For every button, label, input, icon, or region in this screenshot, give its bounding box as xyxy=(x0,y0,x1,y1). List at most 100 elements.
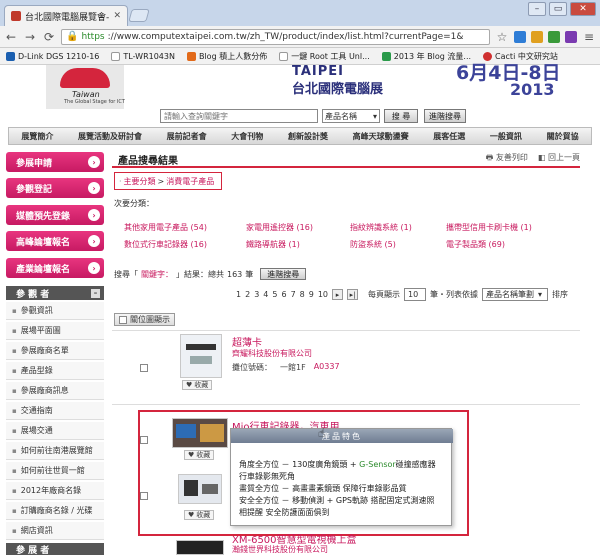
sidebar-item[interactable]: ▪ 2012年廠商名錄 xyxy=(6,482,104,500)
sidebar-item[interactable]: ▪ 參展廠商名單 xyxy=(6,342,104,360)
bookmark-item[interactable]: D-Link DGS 1210-16 xyxy=(6,51,99,61)
menu-item[interactable]: 展客任選 xyxy=(433,131,465,142)
summit-signup-button[interactable]: 高峰論壇報名 › xyxy=(6,231,104,251)
category-link[interactable]: 指紋辨識系統 (1) xyxy=(350,222,412,233)
menu-item[interactable]: 大會刊物 xyxy=(231,131,263,142)
advanced-search-button-2[interactable]: 進階搜尋 xyxy=(260,268,307,280)
bookmark-item[interactable]: Blog 積上人數分佈 xyxy=(186,51,267,62)
menu-item[interactable]: 一般資訊 xyxy=(490,131,522,142)
booth-code[interactable]: A0337 xyxy=(314,362,340,373)
exhibitor-section-header[interactable]: 參 展 者 xyxy=(6,543,104,556)
advanced-search-button[interactable]: 進階搜尋 xyxy=(424,109,466,123)
address-bar[interactable]: 🔒 https://www.computextaipei.com.tw/zh_T… xyxy=(61,28,490,45)
menu-item[interactable]: 高峰天球動盪賽 xyxy=(353,131,409,142)
company-name[interactable]: 齊耀科技股份有限公司 xyxy=(232,348,312,359)
visitor-section-header[interactable]: 參 觀 者 – xyxy=(6,286,104,300)
page-link[interactable]: 7 xyxy=(291,290,296,299)
page-link[interactable]: 2 xyxy=(245,290,250,299)
menu-icon[interactable]: ≡ xyxy=(582,30,596,44)
sidebar-item[interactable]: ▪ 交通指南 xyxy=(6,402,104,420)
breadcrumb: · 主要分類 > 消費電子產品 xyxy=(114,172,222,190)
category-link[interactable]: 數位式行車記錄器 (16) xyxy=(124,239,207,250)
bullet-icon: ▪ xyxy=(12,526,17,535)
page-link-active[interactable]: 1 xyxy=(236,290,241,299)
category-link[interactable]: 家電用遙控器 (16) xyxy=(246,222,313,233)
exhibit-apply-button[interactable]: 參展申請 › xyxy=(6,152,104,172)
category-link[interactable]: 電子製品類 (69) xyxy=(446,239,505,250)
popup-title: 產品特色 xyxy=(231,429,453,443)
bullet-icon: ▪ xyxy=(12,306,17,315)
sidebar-item[interactable]: ▪ 網店資訊 xyxy=(6,522,104,540)
sidebar-item[interactable]: ▪ 如何前往南港展覽館 xyxy=(6,442,104,460)
company-name[interactable]: 瀚錢世界科技股份有限公司 xyxy=(232,544,328,555)
minimize-icon[interactable]: – xyxy=(528,2,546,16)
extension-icon[interactable] xyxy=(548,30,560,43)
category-link[interactable]: 防盜系統 (5) xyxy=(350,239,396,250)
page-link[interactable]: 10 xyxy=(318,290,328,299)
maximize-icon[interactable]: ▭ xyxy=(549,2,567,16)
search-type-select[interactable]: 產品名稱 ▾ xyxy=(322,109,380,123)
menu-item[interactable]: 展覽簡介 xyxy=(21,131,53,142)
keyword-search-input[interactable] xyxy=(160,109,318,123)
sort-label: 筆・列表依據 xyxy=(430,290,479,299)
browser-tab[interactable]: 台北國際電腦展覽會-產品... ✕ xyxy=(4,5,128,26)
last-page-icon[interactable]: ▸| xyxy=(347,289,359,300)
collapse-icon[interactable]: – xyxy=(91,288,100,298)
category-link[interactable]: 其他家用電子產品 (54) xyxy=(124,222,207,233)
page-link[interactable]: 8 xyxy=(300,290,305,299)
extension-icon[interactable] xyxy=(514,30,526,43)
extension-icon[interactable] xyxy=(565,30,577,43)
media-register-button[interactable]: 媒體預先登錄 › xyxy=(6,205,104,225)
star-icon[interactable]: ☆ xyxy=(495,30,509,44)
new-tab-button[interactable] xyxy=(128,9,150,22)
sidebar-item[interactable]: ▪ 參展廠商訊息 xyxy=(6,382,104,400)
visit-register-button[interactable]: 參觀登記 › xyxy=(6,178,104,198)
page-link[interactable]: 3 xyxy=(254,290,259,299)
sidebar-item[interactable]: ▪ 展場交通 xyxy=(6,422,104,440)
sidebar-item[interactable]: ▪ 產品型錄 xyxy=(6,362,104,380)
forum-signup-button[interactable]: 產業論壇報名 › xyxy=(6,258,104,278)
breadcrumb-main[interactable]: 主要分類 xyxy=(124,176,156,187)
menu-item[interactable]: 展覽活動及研討會 xyxy=(78,131,142,142)
sidebar-item[interactable]: ▪ 訂購廠商名錄 / 光碟 xyxy=(6,502,104,520)
back-arrow-icon[interactable]: ← xyxy=(4,30,18,44)
back-link[interactable]: ◧ 回上一頁 xyxy=(538,152,580,166)
show-image-button[interactable]: 關位圖顯示 xyxy=(114,313,175,326)
category-link[interactable]: 攜帶型信用卡刷卡機 (1) xyxy=(446,222,532,233)
menu-item[interactable]: 關於貿協 xyxy=(547,131,579,142)
print-link[interactable]: 🖶 友善列印 xyxy=(486,152,528,166)
favorite-button[interactable]: ♥ 收藏 xyxy=(182,380,213,390)
bookmark-item[interactable]: TL-WR1043N xyxy=(111,51,175,61)
category-link[interactable]: 鐵路導航器 (1) xyxy=(246,239,300,250)
sidebar-item[interactable]: ▪ 如何前往世貿一館 xyxy=(6,462,104,480)
sidebar-item[interactable]: ▪ 展場平面圖 xyxy=(6,322,104,340)
menu-item[interactable]: 創新設計獎 xyxy=(288,131,328,142)
page-link[interactable]: 6 xyxy=(281,290,286,299)
bookmark-item[interactable]: 一鍵 Root 工具 Unl... xyxy=(279,51,370,62)
product-checkbox[interactable] xyxy=(140,364,148,372)
page-link[interactable]: 9 xyxy=(309,290,314,299)
chevron-right-icon: › xyxy=(88,156,100,168)
bullet-icon: ▪ xyxy=(12,446,17,455)
next-page-icon[interactable]: ▸ xyxy=(332,289,344,300)
close-tab-icon[interactable]: ✕ xyxy=(113,11,121,21)
close-window-icon[interactable]: ✕ xyxy=(570,2,596,16)
reload-icon[interactable]: ⟳ xyxy=(42,30,56,44)
product-image[interactable] xyxy=(176,540,224,555)
page-link[interactable]: 4 xyxy=(263,290,268,299)
per-page-select[interactable]: 10 xyxy=(404,288,427,301)
forward-arrow-icon[interactable]: → xyxy=(23,30,37,44)
page-link[interactable]: 5 xyxy=(272,290,277,299)
extension-icon[interactable] xyxy=(531,30,543,43)
menu-item[interactable]: 展前記者會 xyxy=(167,131,207,142)
sidebar-item[interactable]: ▪ 參觀資訊 xyxy=(6,302,104,320)
search-button[interactable]: 搜 尋 xyxy=(384,109,418,123)
breadcrumb-sub[interactable]: 消費電子產品 xyxy=(166,176,214,187)
chevron-right-icon: › xyxy=(88,235,100,247)
bullet-icon: ▪ xyxy=(12,506,17,515)
sort-select[interactable]: 產品名稱筆劃 ▾ xyxy=(482,288,549,301)
checkbox[interactable] xyxy=(119,315,127,324)
product-name[interactable]: 超薄卡 xyxy=(232,334,262,349)
page-title: 產品搜尋結果 xyxy=(118,155,178,167)
subcategory-label: 次要分類： xyxy=(114,199,154,208)
